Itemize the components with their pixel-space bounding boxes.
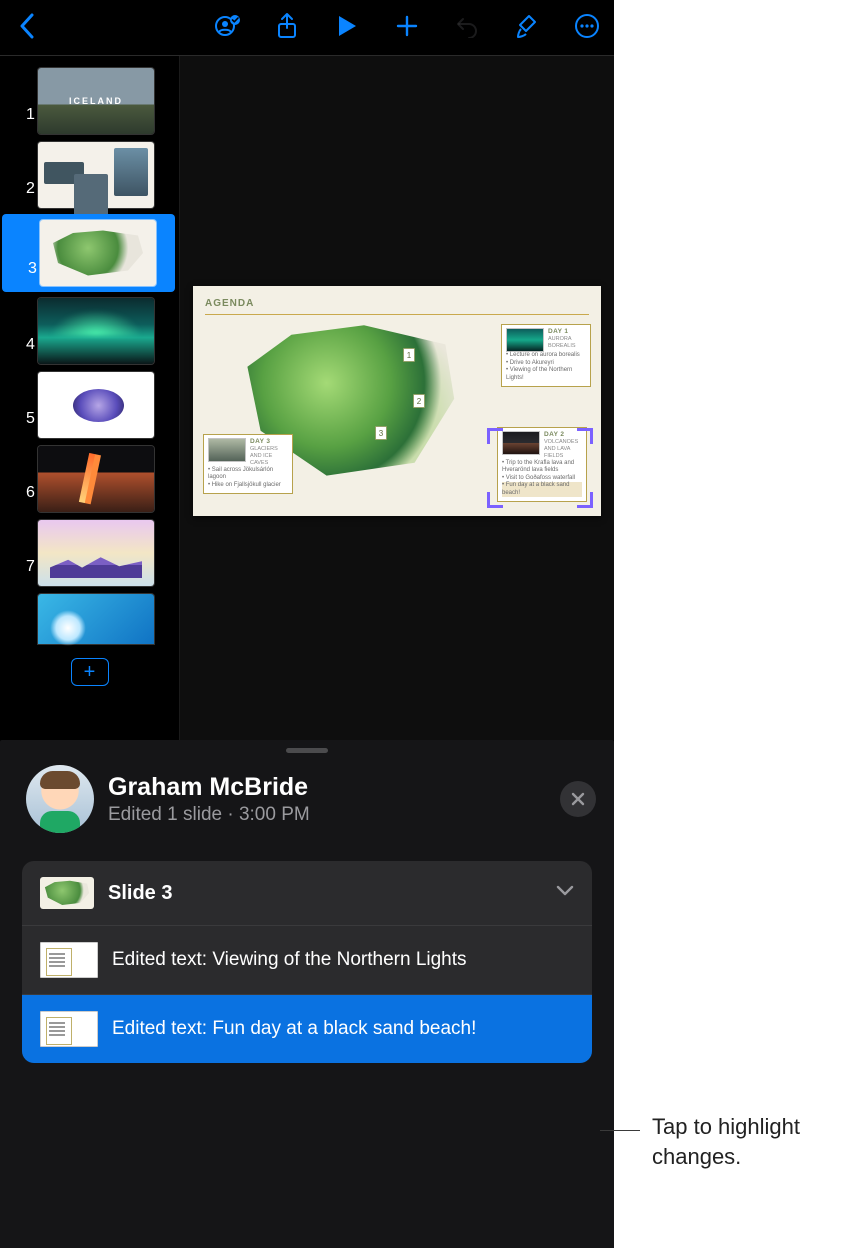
nav-slide-6[interactable]: 6 bbox=[0, 442, 179, 516]
change-row-1[interactable]: Edited text: Viewing of the Northern Lig… bbox=[22, 926, 592, 995]
day3-image bbox=[208, 438, 246, 462]
back-icon[interactable] bbox=[12, 11, 42, 41]
map-pin-3: 3 bbox=[375, 426, 387, 440]
changes-section-header[interactable]: Slide 3 bbox=[22, 861, 592, 926]
format-brush-icon[interactable] bbox=[512, 11, 542, 41]
section-title: Slide 3 bbox=[108, 882, 542, 905]
thumb-4 bbox=[38, 298, 154, 364]
sheet-grabber[interactable] bbox=[286, 748, 328, 753]
add-slide-button[interactable]: + bbox=[71, 658, 109, 686]
close-icon bbox=[570, 791, 586, 807]
change-text: Edited text: Viewing of the Northern Lig… bbox=[112, 947, 467, 973]
thumb-8 bbox=[38, 594, 154, 644]
thumb-5 bbox=[38, 372, 154, 438]
nav-slide-2[interactable]: 2 bbox=[0, 138, 179, 212]
chevron-down-icon bbox=[556, 884, 574, 902]
change-thumb bbox=[40, 942, 98, 978]
avatar bbox=[26, 765, 94, 833]
slide-title: AGENDA bbox=[205, 298, 254, 309]
callout-leader bbox=[600, 1130, 640, 1131]
thumb-3 bbox=[40, 220, 156, 286]
collaborate-icon[interactable] bbox=[212, 11, 242, 41]
nav-slide-7[interactable]: 7 bbox=[0, 516, 179, 590]
nav-slide-5[interactable]: 5 bbox=[0, 368, 179, 442]
change-highlight bbox=[487, 428, 593, 508]
workspace: 1ICELAND 2 3 4 5 6 7 + AGENDA 1 2 3 bbox=[0, 56, 614, 740]
map-pin-2: 2 bbox=[413, 394, 425, 408]
section-thumb bbox=[40, 877, 94, 909]
thumb-7 bbox=[38, 520, 154, 586]
more-icon[interactable] bbox=[572, 11, 602, 41]
toolbar bbox=[0, 0, 614, 56]
thumb-1: ICELAND bbox=[38, 68, 154, 134]
user-subtext: Edited 1 slide · 3:00 PM bbox=[108, 804, 546, 826]
map-pin-1: 1 bbox=[403, 348, 415, 362]
callout-text: Tap to highlight changes. bbox=[652, 1112, 862, 1171]
day3-card[interactable]: DAY 3 GLACIERS AND ICE CAVES • Sail acro… bbox=[203, 434, 293, 494]
slide-canvas[interactable]: AGENDA 1 2 3 DAY 1 AURORA BOREALIS • Lec… bbox=[180, 56, 614, 740]
day1-card[interactable]: DAY 1 AURORA BOREALIS • Lecture on auror… bbox=[501, 324, 591, 387]
app-frame: 1ICELAND 2 3 4 5 6 7 + AGENDA 1 2 3 bbox=[0, 0, 614, 1248]
nav-slide-8-partial[interactable] bbox=[0, 590, 179, 648]
slide[interactable]: AGENDA 1 2 3 DAY 1 AURORA BOREALIS • Lec… bbox=[193, 286, 601, 516]
thumb-6 bbox=[38, 446, 154, 512]
nav-slide-4[interactable]: 4 bbox=[0, 294, 179, 368]
share-icon[interactable] bbox=[272, 11, 302, 41]
activity-sheet[interactable]: Graham McBride Edited 1 slide · 3:00 PM … bbox=[0, 740, 614, 1248]
change-text: Edited text: Fun day at a black sand bea… bbox=[112, 1016, 476, 1042]
change-thumb bbox=[40, 1011, 98, 1047]
thumb-2 bbox=[38, 142, 154, 208]
play-icon[interactable] bbox=[332, 11, 362, 41]
undo-icon bbox=[452, 11, 482, 41]
sheet-header: Graham McBride Edited 1 slide · 3:00 PM bbox=[0, 759, 614, 839]
day1-image bbox=[506, 328, 544, 352]
changes-panel: Slide 3 Edited text: Viewing of the Nort… bbox=[22, 861, 592, 1063]
nav-slide-1[interactable]: 1ICELAND bbox=[0, 64, 179, 138]
slide-navigator[interactable]: 1ICELAND 2 3 4 5 6 7 + bbox=[0, 56, 180, 740]
add-icon[interactable] bbox=[392, 11, 422, 41]
close-button[interactable] bbox=[560, 781, 596, 817]
change-row-2[interactable]: Edited text: Fun day at a black sand bea… bbox=[22, 995, 592, 1063]
nav-slide-3[interactable]: 3 bbox=[2, 214, 175, 292]
user-name: Graham McBride bbox=[108, 773, 546, 802]
plus-icon: + bbox=[84, 661, 96, 684]
